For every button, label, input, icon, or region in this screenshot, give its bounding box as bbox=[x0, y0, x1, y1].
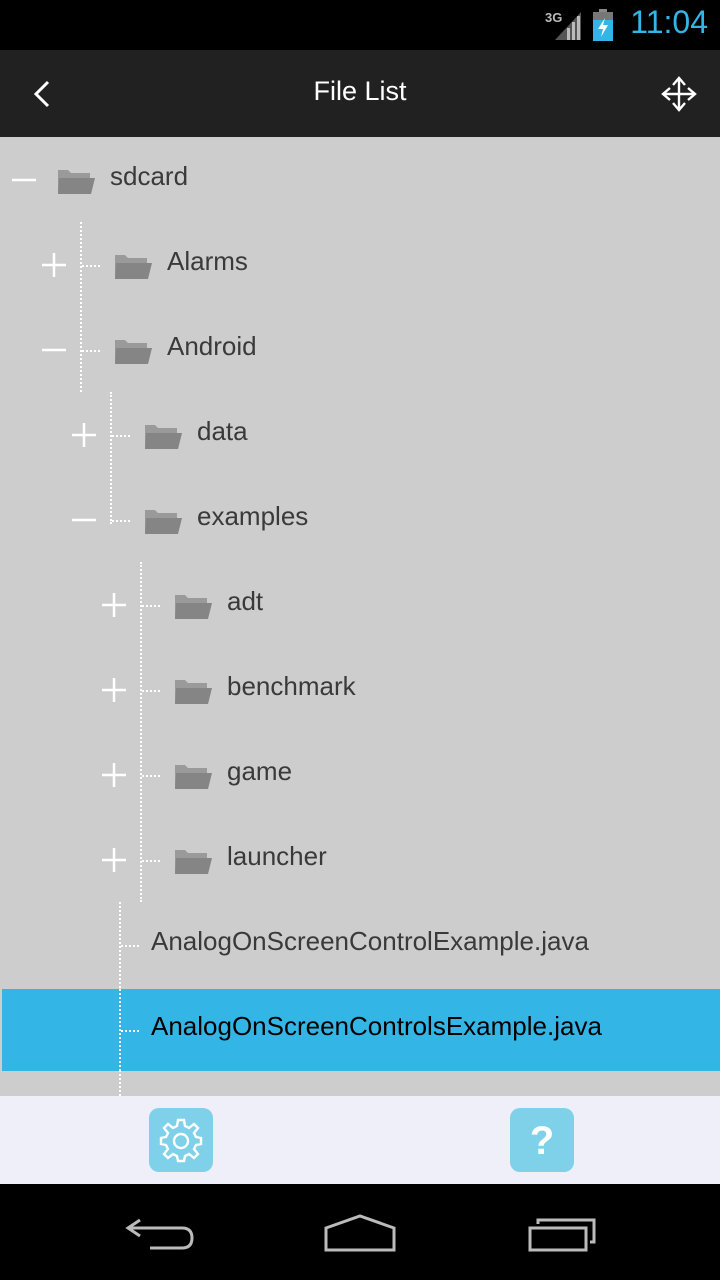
expand-icon[interactable] bbox=[40, 251, 68, 279]
folder-icon bbox=[58, 170, 95, 194]
folder-icon bbox=[175, 765, 212, 789]
tree-row-data[interactable]: data bbox=[2, 394, 720, 476]
tree-item-label: examples bbox=[197, 501, 309, 531]
tree-row-file-selected[interactable]: AnalogOnScreenControlsExample.java bbox=[2, 989, 720, 1071]
tree-connector bbox=[119, 989, 121, 1071]
folder-icon bbox=[145, 510, 182, 534]
tree-item-label: benchmark bbox=[227, 671, 356, 701]
question-icon: ? bbox=[530, 1119, 554, 1163]
page-title: File List bbox=[313, 76, 407, 106]
tree-item-label: game bbox=[227, 756, 293, 786]
move-icon[interactable] bbox=[658, 73, 700, 115]
tree-row-adt[interactable]: adt bbox=[2, 564, 720, 646]
tree-item-label: sdcard bbox=[110, 161, 189, 191]
action-bar: File List bbox=[0, 50, 720, 137]
tree-row-sdcard[interactable]: sdcard bbox=[2, 139, 720, 221]
help-button[interactable]: ? bbox=[510, 1108, 574, 1172]
back-nav-icon[interactable] bbox=[120, 1210, 200, 1256]
navigation-bar bbox=[0, 1184, 720, 1280]
tree-row-alarms[interactable]: Alarms bbox=[2, 224, 720, 306]
tree-row-examples[interactable]: examples bbox=[2, 479, 720, 561]
tree-item-label: AnalogOnScreenControlsExample.java bbox=[151, 1011, 602, 1041]
folder-icon bbox=[145, 425, 182, 449]
folder-icon bbox=[175, 680, 212, 704]
tree-item-label: launcher bbox=[227, 841, 327, 871]
expand-icon[interactable] bbox=[100, 676, 128, 704]
collapse-icon[interactable] bbox=[10, 166, 38, 194]
folder-icon bbox=[175, 595, 212, 619]
tree-row-launcher[interactable]: launcher bbox=[2, 819, 720, 901]
tree-item-label: Alarms bbox=[167, 246, 248, 276]
tree-row-file[interactable]: AnalogOnScreenControlExample.java bbox=[2, 904, 720, 986]
tree-connector bbox=[121, 1030, 139, 1032]
folder-icon bbox=[115, 255, 152, 279]
status-bar: 3G 11:04 bbox=[0, 0, 720, 50]
collapse-icon[interactable] bbox=[40, 336, 68, 364]
collapse-icon[interactable] bbox=[70, 506, 98, 534]
tree-item-label: data bbox=[197, 416, 248, 446]
svg-text:?: ? bbox=[530, 1119, 554, 1163]
tree-item-label: AnalogOnScreenControlExample.java bbox=[151, 926, 589, 956]
expand-icon[interactable] bbox=[100, 591, 128, 619]
tree-row-benchmark[interactable]: benchmark bbox=[2, 649, 720, 731]
bottom-toolbar: ? bbox=[0, 1096, 720, 1184]
clock: 11:04 bbox=[630, 4, 708, 40]
signal-icon bbox=[555, 12, 581, 40]
recent-apps-nav-icon[interactable] bbox=[522, 1210, 602, 1256]
tree-item-label: Android bbox=[167, 331, 257, 361]
tree-item-label: adt bbox=[227, 586, 264, 616]
expand-icon[interactable] bbox=[100, 761, 128, 789]
tree-row-game[interactable]: game bbox=[2, 734, 720, 816]
home-nav-icon[interactable] bbox=[320, 1210, 400, 1256]
gear-icon bbox=[159, 1118, 203, 1163]
folder-icon bbox=[115, 340, 152, 364]
battery-charging-icon bbox=[593, 9, 613, 41]
folder-icon bbox=[175, 850, 212, 874]
expand-icon[interactable] bbox=[100, 846, 128, 874]
settings-button[interactable] bbox=[149, 1108, 213, 1172]
tree-row-android[interactable]: Android bbox=[2, 309, 720, 391]
expand-icon[interactable] bbox=[70, 421, 98, 449]
file-tree: sdcard Alarms Android data examples adt … bbox=[0, 137, 720, 1096]
